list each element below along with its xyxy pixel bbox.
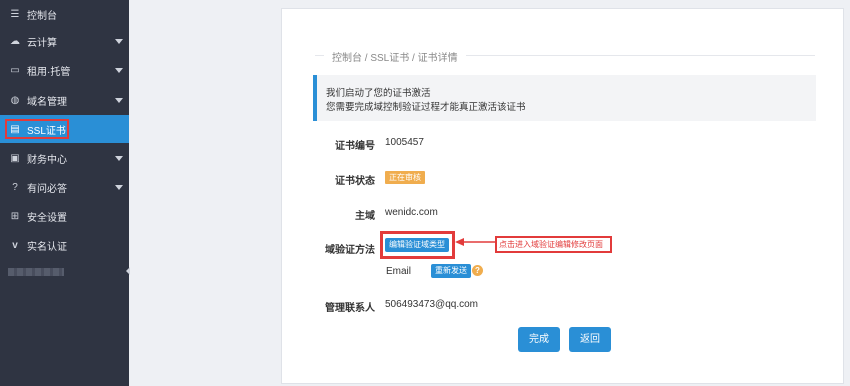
annotation-arrow-icon: [455, 238, 497, 246]
sidebar: ☰ 控制台 ☁ 云计算 ▭ 租用·托管 ◍ 域名管理 ▤ SSL证书 ▣ 财务中…: [0, 0, 130, 386]
back-button[interactable]: 返回: [569, 327, 611, 352]
highlight-box: [380, 231, 455, 259]
highlight-box: [5, 119, 69, 139]
email-label: Email: [386, 266, 412, 277]
sidebar-item-label: 有问必答: [27, 183, 67, 195]
chevron-down-icon: [115, 98, 123, 103]
chevron-down-icon: [115, 39, 123, 44]
status-badge: 正在审核: [385, 171, 425, 184]
sidebar-item-label: 安全设置: [27, 212, 67, 224]
blurred-account-info: [8, 268, 64, 276]
cloud-icon: ☁: [10, 35, 20, 47]
sliders-icon: ☰: [10, 8, 20, 20]
sidebar-item-label: 租用·托管: [27, 66, 71, 78]
collapse-sidebar-icon[interactable]: [126, 267, 130, 275]
cert-number-label: 证书编号: [335, 141, 375, 152]
verify-method-label: 域验证方法: [325, 245, 375, 256]
sidebar-item-domain[interactable]: ◍ 域名管理: [0, 86, 129, 114]
sidebar-item-security[interactable]: ⊞ 安全设置: [0, 202, 129, 230]
cert-status-label: 证书状态: [335, 176, 375, 187]
monitor-icon: ▭: [10, 64, 20, 76]
contact-label: 管理联系人: [325, 303, 375, 314]
annotation-callout: 点击进入域验证编辑修改页面: [495, 236, 612, 253]
sidebar-item-label: 域名管理: [27, 96, 67, 108]
notice-line-1: 我们启动了您的证书激活: [326, 88, 431, 99]
sidebar-item-label: 云计算: [27, 37, 57, 49]
breadcrumb[interactable]: 控制台 / SSL证书 / 证书详情: [324, 49, 466, 64]
activation-notice: 我们启动了您的证书激活 您需要完成域控制验证过程才能真正激活该证书: [313, 75, 816, 121]
sidebar-item-hosting[interactable]: ▭ 租用·托管: [0, 56, 129, 84]
resend-button[interactable]: 重新发送: [431, 264, 471, 278]
sidebar-item-finance[interactable]: ▣ 财务中心: [0, 144, 129, 172]
chevron-down-icon: [115, 68, 123, 73]
sidebar-item-label: 控制台: [27, 10, 57, 22]
chart-icon: ▣: [10, 152, 20, 164]
globe-icon: ◍: [10, 94, 20, 106]
sidebar-item-console[interactable]: ☰ 控制台: [0, 0, 129, 28]
sidebar-item-qa[interactable]: ? 有问必答: [0, 173, 129, 201]
contact-value: 506493473@qq.com: [385, 299, 478, 310]
domain-value: wenidc.com: [385, 207, 438, 218]
chevron-down-icon: [115, 185, 123, 190]
question-icon: ?: [12, 181, 18, 193]
grid-icon: ⊞: [10, 210, 20, 222]
sidebar-item-label: 实名认证: [27, 241, 67, 253]
content-card: [281, 8, 844, 384]
chevron-down-icon: [115, 156, 123, 161]
cert-number-value: 1005457: [385, 137, 424, 148]
help-icon[interactable]: ?: [472, 265, 483, 276]
sidebar-item-verify[interactable]: v 实名认证: [0, 231, 129, 259]
domain-label: 主域: [355, 211, 375, 222]
sidebar-item-label: 财务中心: [27, 154, 67, 166]
verify-icon: v: [12, 239, 18, 251]
done-button[interactable]: 完成: [518, 327, 560, 352]
notice-line-2: 您需要完成域控制验证过程才能真正激活该证书: [326, 102, 526, 113]
sidebar-item-cloud[interactable]: ☁ 云计算: [0, 27, 129, 55]
